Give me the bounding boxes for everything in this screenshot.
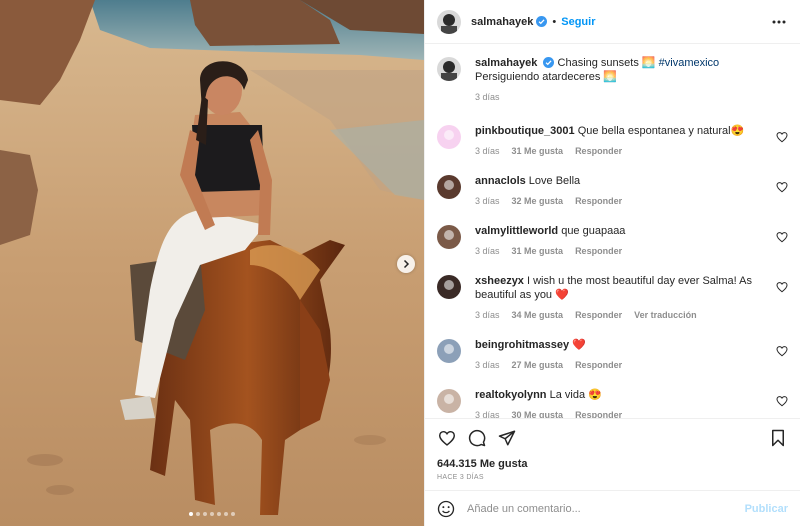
comment-text: Love Bella [525, 175, 581, 187]
beach-horse-photo [0, 0, 424, 526]
likes-count[interactable]: 644.315 Me gusta [425, 458, 800, 470]
caption-text: Chasing sunsets 🌅 [557, 57, 659, 69]
comment-text: ❤️ [569, 339, 586, 351]
comment-time[interactable]: 3 días [475, 358, 500, 372]
comment-time[interactable]: 3 días [475, 194, 500, 208]
carousel-dot [203, 512, 207, 516]
carousel-dot [217, 512, 221, 516]
send-icon [498, 430, 516, 445]
reply-button[interactable]: Responder [575, 308, 622, 322]
comment-button[interactable] [467, 428, 487, 448]
publish-button[interactable]: Publicar [745, 503, 788, 515]
author-username[interactable]: salmahayek [471, 16, 533, 28]
comment-item: annaclols Love Bella 3 días 32 Me gusta … [437, 174, 788, 208]
comment-like-heart-icon[interactable] [776, 281, 788, 293]
commenter-avatar[interactable] [437, 225, 461, 249]
comment-likes[interactable]: 34 Me gusta [512, 308, 564, 322]
caption-text-secondary: Persiguiendo atardeceres 🌅 [475, 71, 618, 83]
commenter-username[interactable]: pinkboutique_3001 [475, 125, 575, 137]
comment-time[interactable]: 3 días [475, 144, 500, 158]
comment-time[interactable]: 3 días [475, 408, 500, 418]
carousel-dot [231, 512, 235, 516]
commenter-avatar[interactable] [437, 339, 461, 363]
carousel-dot [189, 512, 193, 516]
comment-likes[interactable]: 31 Me gusta [512, 244, 564, 258]
commenter-avatar[interactable] [437, 389, 461, 413]
see-translation-link[interactable]: Ver traducción [634, 308, 697, 322]
carousel-dot [196, 512, 200, 516]
post-caption: salmahayek Chasing sunsets 🌅 #vivamexico… [437, 56, 788, 104]
comment-icon [468, 429, 486, 446]
more-options-icon [772, 20, 786, 23]
commenter-username[interactable]: beingrohitmassey [475, 339, 569, 351]
post-actions [425, 418, 800, 456]
next-slide-button[interactable] [397, 255, 415, 273]
comment-like-heart-icon[interactable] [776, 345, 788, 357]
commenter-avatar[interactable] [437, 275, 461, 299]
author-avatar[interactable] [437, 57, 461, 81]
comment-time[interactable]: 3 días [475, 244, 500, 258]
comment-text: La vida 😍 [546, 389, 602, 401]
reply-button[interactable]: Responder [575, 358, 622, 372]
caption-time[interactable]: 3 días [475, 90, 500, 104]
comment-item: realtokyolynn La vida 😍 3 días 30 Me gus… [437, 388, 788, 418]
comment-item: beingrohitmassey ❤️ 3 días 27 Me gusta R… [437, 338, 788, 372]
header-separator: • [552, 15, 557, 28]
verified-badge-icon [536, 16, 548, 27]
comment-item: valmylittleworld que guapaaa 3 días 31 M… [437, 224, 788, 258]
comment-like-heart-icon[interactable] [776, 231, 788, 243]
comment-likes[interactable]: 31 Me gusta [512, 144, 564, 158]
comment-likes[interactable]: 30 Me gusta [512, 408, 564, 418]
comment-composer: Publicar [425, 490, 800, 526]
comment-item: pinkboutique_3001 Que bella espontanea y… [437, 124, 788, 158]
reply-button[interactable]: Responder [575, 194, 622, 208]
commenter-avatar[interactable] [437, 175, 461, 199]
post-modal: salmahayek • Seguir salmahayek Chasing s… [0, 0, 800, 526]
comment-like-heart-icon[interactable] [776, 395, 788, 407]
commenter-username[interactable]: xsheezyx [475, 275, 524, 287]
reply-button[interactable]: Responder [575, 144, 622, 158]
reply-button[interactable]: Responder [575, 408, 622, 418]
post-photo[interactable] [0, 0, 424, 526]
caption-username[interactable]: salmahayek [475, 57, 537, 69]
commenter-username[interactable]: realtokyolynn [475, 389, 547, 401]
comment-like-heart-icon[interactable] [776, 181, 788, 193]
comment-likes[interactable]: 32 Me gusta [512, 194, 564, 208]
post-side-panel: salmahayek • Seguir salmahayek Chasing s… [424, 0, 800, 526]
more-options-button[interactable] [770, 13, 788, 31]
comments-list[interactable]: salmahayek Chasing sunsets 🌅 #vivamexico… [425, 44, 800, 418]
comment-item: xsheezyx I wish u the most beautiful day… [437, 274, 788, 322]
comment-text: Que bella espontanea y natural😍 [574, 125, 745, 137]
reply-button[interactable]: Responder [575, 244, 622, 258]
like-button[interactable] [437, 428, 457, 448]
verified-badge-icon [543, 57, 555, 68]
comment-text: que guapaaa [558, 225, 626, 237]
commenter-username[interactable]: valmylittleworld [475, 225, 558, 237]
carousel-dot [224, 512, 228, 516]
chevron-right-icon [403, 259, 410, 269]
author-avatar[interactable] [437, 9, 461, 34]
comment-like-heart-icon[interactable] [776, 131, 788, 143]
save-button[interactable] [768, 428, 788, 448]
caption-hashtag[interactable]: #vivamexico [659, 57, 720, 69]
post-header: salmahayek • Seguir [425, 0, 800, 44]
follow-button[interactable]: Seguir [561, 16, 595, 28]
bookmark-icon [772, 429, 784, 446]
share-button[interactable] [497, 428, 517, 448]
carousel-dot [210, 512, 214, 516]
comment-input[interactable] [467, 502, 745, 515]
commenter-avatar[interactable] [437, 125, 461, 149]
emoji-icon[interactable] [437, 500, 455, 518]
heart-icon [438, 430, 456, 446]
carousel-indicators [0, 512, 424, 516]
comment-likes[interactable]: 27 Me gusta [512, 358, 564, 372]
commenter-username[interactable]: annaclols [475, 175, 526, 187]
comment-time[interactable]: 3 días [475, 308, 500, 322]
posted-time: HACE 3 DÍAS [437, 474, 484, 481]
